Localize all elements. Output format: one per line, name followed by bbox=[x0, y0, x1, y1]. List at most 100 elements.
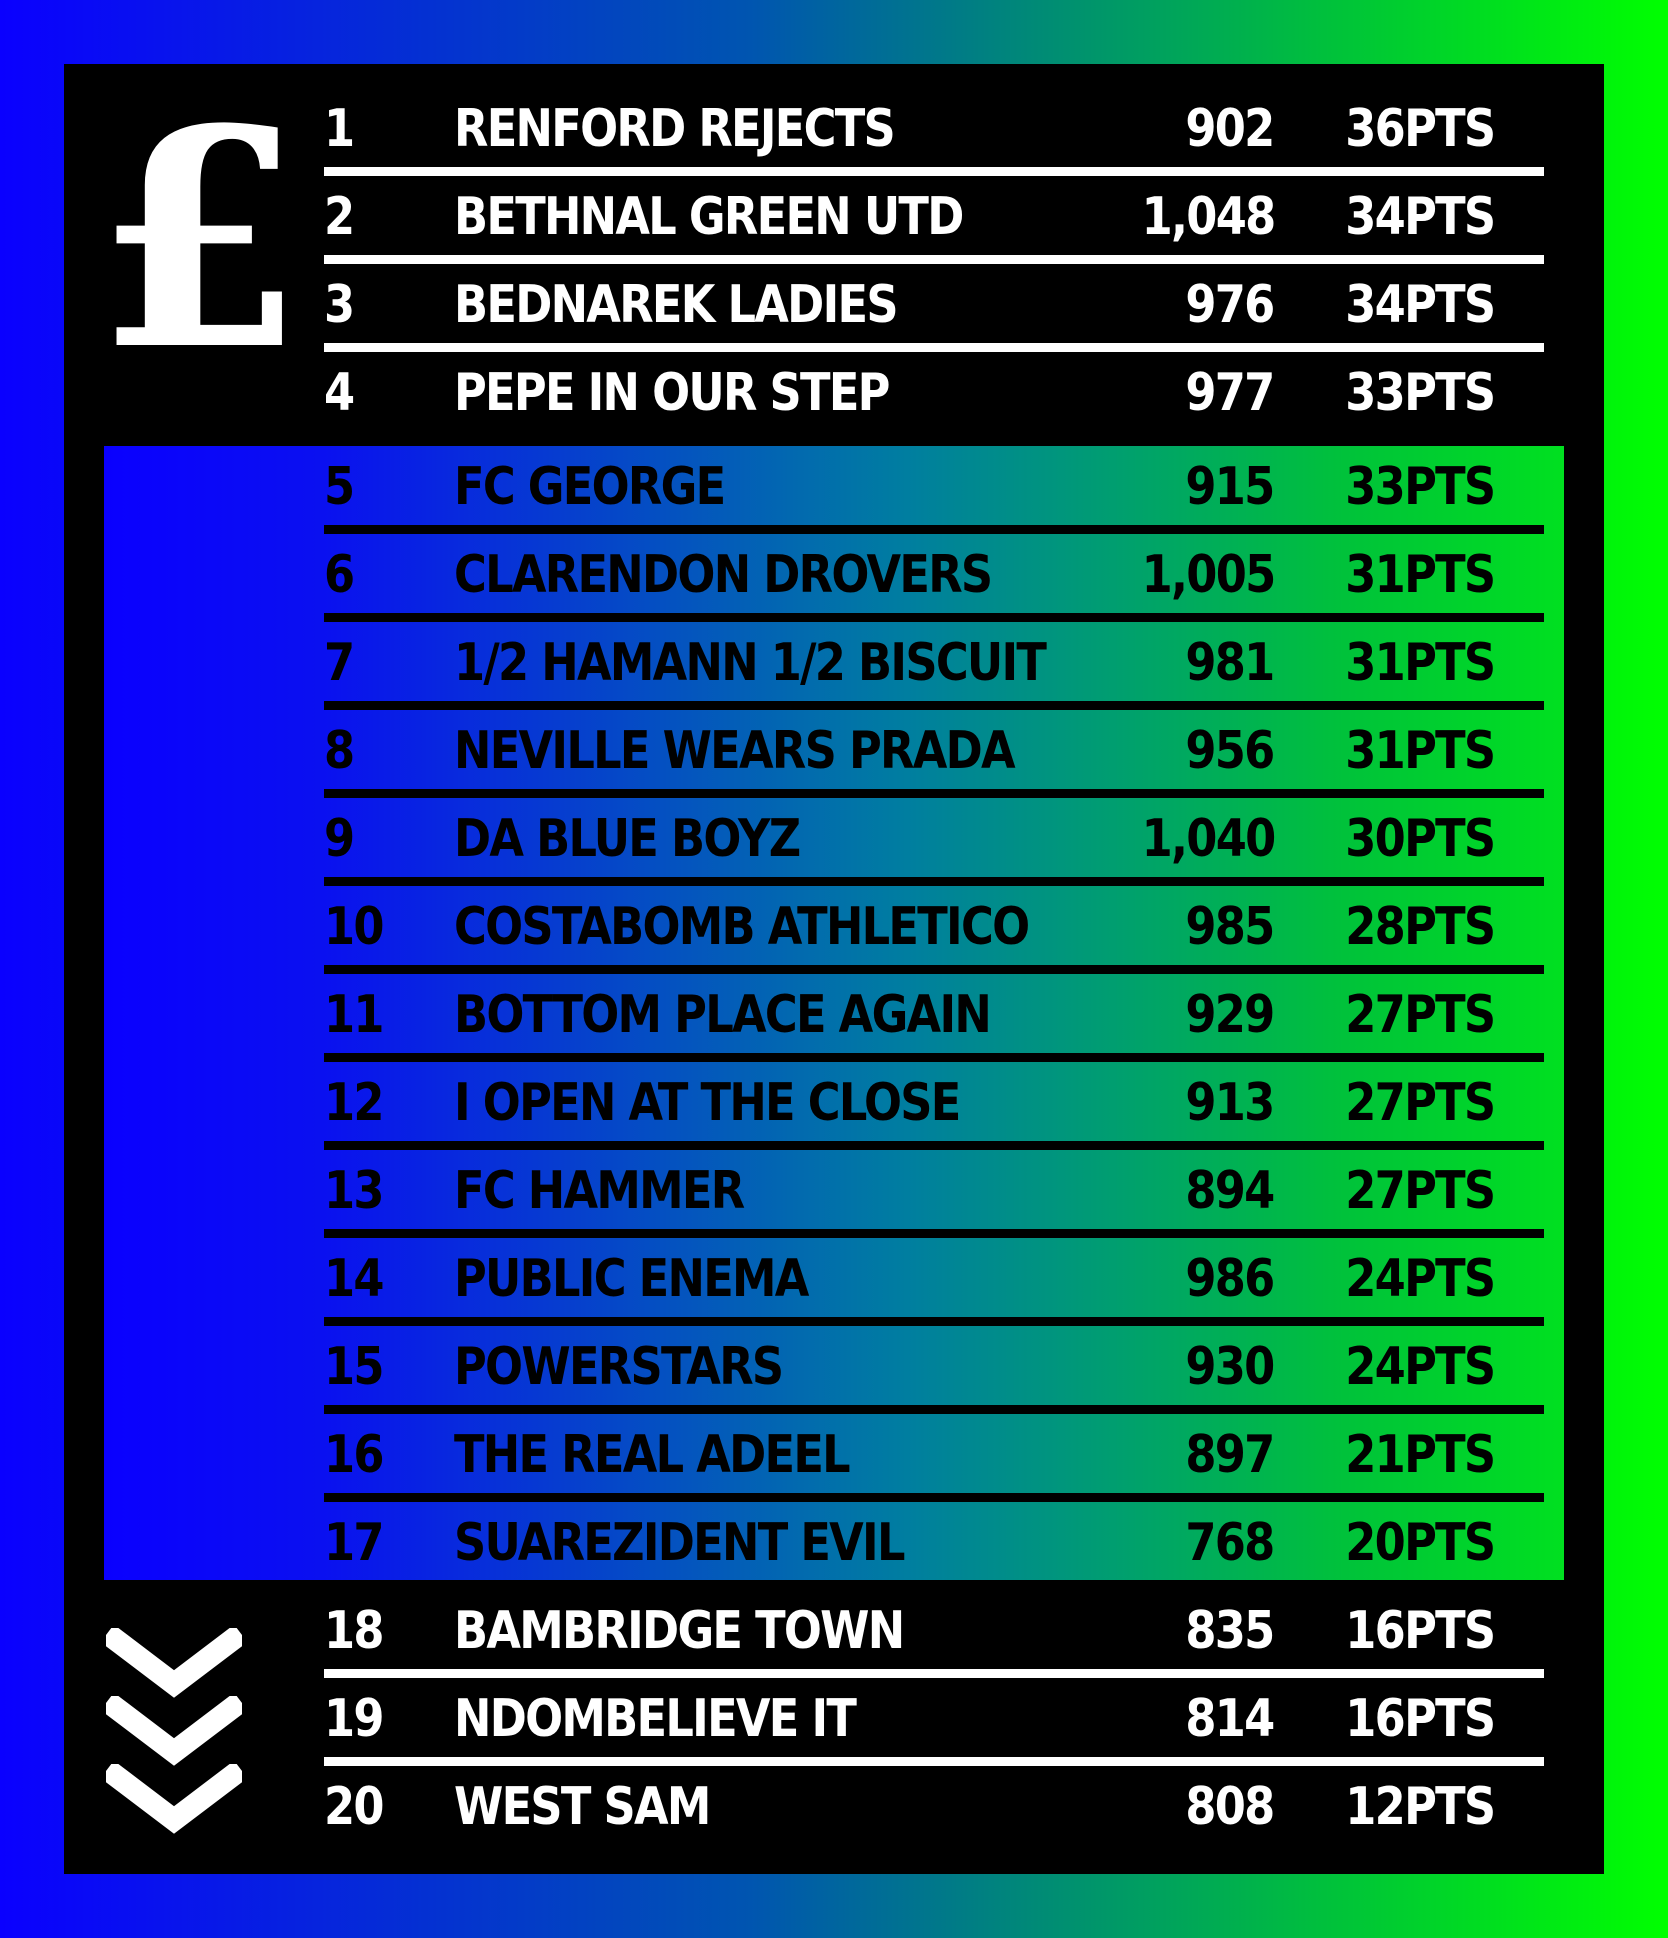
goals-value: 977 bbox=[1185, 363, 1276, 423]
table-row: 1 RENFORD REJECTS 902 36PTS bbox=[324, 88, 1544, 176]
goals-value: 835 bbox=[1185, 1601, 1276, 1661]
table-row: 14 PUBLIC ENEMA 986 24PTS bbox=[324, 1238, 1544, 1326]
table-row: 8 NEVILLE WEARS PRADA 956 31PTS bbox=[324, 710, 1544, 798]
points-value: 36PTS bbox=[1344, 99, 1496, 159]
team-position: 17 bbox=[324, 1513, 385, 1573]
team-name: COSTABOMB ATHLETICO bbox=[454, 897, 1030, 957]
team-position: 3 bbox=[324, 275, 355, 335]
table-row: 5 FC GEORGE 915 33PTS bbox=[324, 446, 1544, 534]
team-position: 4 bbox=[324, 363, 355, 423]
points-value: 27PTS bbox=[1344, 1073, 1496, 1133]
chevron-down-icon bbox=[106, 1764, 242, 1834]
team-position: 11 bbox=[324, 985, 385, 1045]
goals-value: 1,005 bbox=[1141, 545, 1276, 605]
team-name: FC GEORGE bbox=[454, 457, 726, 517]
points-value: 24PTS bbox=[1344, 1337, 1496, 1397]
goals-value: 986 bbox=[1185, 1249, 1276, 1309]
points-value: 27PTS bbox=[1344, 985, 1496, 1045]
goals-value: 897 bbox=[1185, 1425, 1276, 1485]
chevron-down-icon bbox=[106, 1628, 242, 1698]
team-name: THE REAL ADEEL bbox=[454, 1425, 851, 1485]
points-value: 12PTS bbox=[1344, 1777, 1496, 1837]
team-position: 14 bbox=[324, 1249, 385, 1309]
team-position: 8 bbox=[324, 721, 355, 781]
table-row: 10 COSTABOMB ATHLETICO 985 28PTS bbox=[324, 886, 1544, 974]
team-name: WEST SAM bbox=[454, 1777, 711, 1837]
goals-value: 915 bbox=[1185, 457, 1276, 517]
points-value: 31PTS bbox=[1344, 721, 1496, 781]
table-row: 9 DA BLUE BOYZ 1,040 30PTS bbox=[324, 798, 1544, 886]
team-position: 15 bbox=[324, 1337, 385, 1397]
team-position: 10 bbox=[324, 897, 385, 957]
points-value: 34PTS bbox=[1344, 275, 1496, 335]
points-value: 21PTS bbox=[1344, 1425, 1496, 1485]
goals-value: 894 bbox=[1185, 1161, 1276, 1221]
table-row: 15 POWERSTARS 930 24PTS bbox=[324, 1326, 1544, 1414]
points-value: 31PTS bbox=[1344, 633, 1496, 693]
chevron-down-icon bbox=[106, 1696, 242, 1766]
team-position: 2 bbox=[324, 187, 355, 247]
points-value: 20PTS bbox=[1344, 1513, 1496, 1573]
goals-value: 930 bbox=[1185, 1337, 1276, 1397]
table-row: 19 NDOMBELIEVE IT 814 16PTS bbox=[324, 1678, 1544, 1766]
table-row: 16 THE REAL ADEEL 897 21PTS bbox=[324, 1414, 1544, 1502]
points-value: 24PTS bbox=[1344, 1249, 1496, 1309]
team-name: BEDNAREK LADIES bbox=[454, 275, 899, 335]
points-value: 31PTS bbox=[1344, 545, 1496, 605]
team-position: 12 bbox=[324, 1073, 385, 1133]
table-row: 4 PEPE IN OUR STEP 977 33PTS bbox=[324, 352, 1544, 440]
goals-value: 981 bbox=[1185, 633, 1276, 693]
table-row: 11 BOTTOM PLACE AGAIN 929 27PTS bbox=[324, 974, 1544, 1062]
team-name: SUAREZIDENT EVIL bbox=[454, 1513, 905, 1573]
table-row: 12 I OPEN AT THE CLOSE 913 27PTS bbox=[324, 1062, 1544, 1150]
team-position: 13 bbox=[324, 1161, 385, 1221]
goals-value: 814 bbox=[1185, 1689, 1276, 1749]
team-position: 16 bbox=[324, 1425, 385, 1485]
goals-value: 808 bbox=[1185, 1777, 1276, 1837]
table-row: 3 BEDNAREK LADIES 976 34PTS bbox=[324, 264, 1544, 352]
points-value: 33PTS bbox=[1344, 363, 1496, 423]
team-position: 1 bbox=[324, 99, 355, 159]
points-value: 33PTS bbox=[1344, 457, 1496, 517]
table-row: 20 WEST SAM 808 12PTS bbox=[324, 1766, 1544, 1854]
goals-value: 976 bbox=[1185, 275, 1276, 335]
team-name: BAMBRIDGE TOWN bbox=[454, 1601, 905, 1661]
table-row: 2 BETHNAL GREEN UTD 1,048 34PTS bbox=[324, 176, 1544, 264]
points-value: 16PTS bbox=[1344, 1689, 1496, 1749]
team-position: 19 bbox=[324, 1689, 385, 1749]
goals-value: 902 bbox=[1185, 99, 1276, 159]
team-position: 18 bbox=[324, 1601, 385, 1661]
table-row: 18 BAMBRIDGE TOWN 835 16PTS bbox=[324, 1590, 1544, 1678]
team-name: RENFORD REJECTS bbox=[454, 99, 896, 159]
points-value: 30PTS bbox=[1344, 809, 1496, 869]
points-value: 34PTS bbox=[1344, 187, 1496, 247]
team-name: NDOMBELIEVE IT bbox=[454, 1689, 857, 1749]
goals-value: 956 bbox=[1185, 721, 1276, 781]
table-row: 7 1/2 HAMANN 1/2 BISCUIT 981 31PTS bbox=[324, 622, 1544, 710]
goals-value: 1,048 bbox=[1141, 187, 1276, 247]
team-position: 9 bbox=[324, 809, 355, 869]
team-name: PUBLIC ENEMA bbox=[454, 1249, 809, 1309]
team-name: POWERSTARS bbox=[454, 1337, 784, 1397]
team-name: NEVILLE WEARS PRADA bbox=[454, 721, 1016, 781]
team-name: CLARENDON DROVERS bbox=[454, 545, 993, 605]
team-position: 20 bbox=[324, 1777, 385, 1837]
team-name: FC HAMMER bbox=[454, 1161, 745, 1221]
team-name: 1/2 HAMANN 1/2 BISCUIT bbox=[454, 633, 1047, 693]
table-row: 17 SUAREZIDENT EVIL 768 20PTS bbox=[324, 1502, 1544, 1590]
team-name: PEPE IN OUR STEP bbox=[454, 363, 890, 423]
team-position: 5 bbox=[324, 457, 355, 517]
team-name: BOTTOM PLACE AGAIN bbox=[454, 985, 992, 1045]
team-name: I OPEN AT THE CLOSE bbox=[454, 1073, 961, 1133]
team-name: DA BLUE BOYZ bbox=[454, 809, 801, 869]
team-position: 7 bbox=[324, 633, 355, 693]
points-value: 27PTS bbox=[1344, 1161, 1496, 1221]
team-name: BETHNAL GREEN UTD bbox=[454, 187, 964, 247]
goals-value: 929 bbox=[1185, 985, 1276, 1045]
goals-value: 985 bbox=[1185, 897, 1276, 957]
goals-value: 768 bbox=[1185, 1513, 1276, 1573]
goals-value: 913 bbox=[1185, 1073, 1276, 1133]
points-value: 28PTS bbox=[1344, 897, 1496, 957]
table-row: 13 FC HAMMER 894 27PTS bbox=[324, 1150, 1544, 1238]
team-position: 6 bbox=[324, 545, 355, 605]
